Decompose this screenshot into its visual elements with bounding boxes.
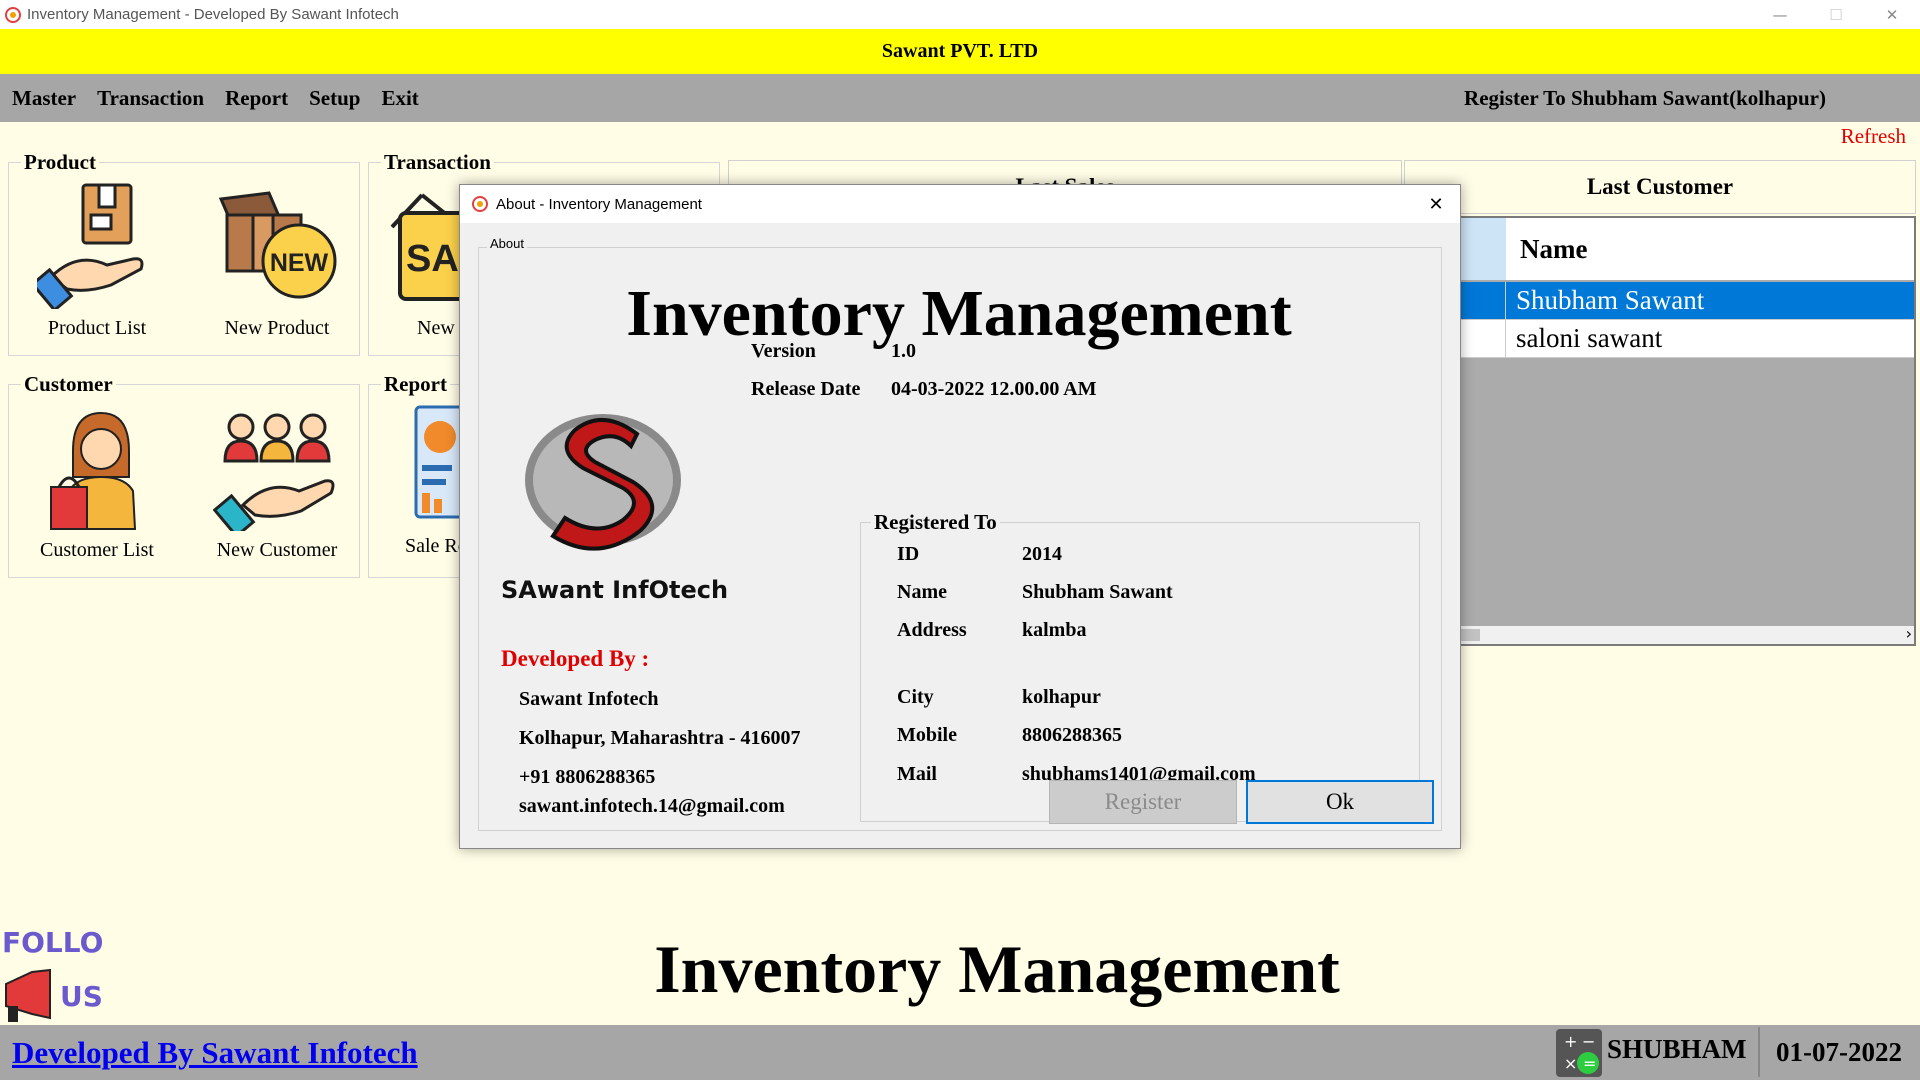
ok-button[interactable]: Ok — [1246, 780, 1434, 824]
reg-mail-label: Mail — [897, 763, 937, 785]
customer-list-label: Customer List — [40, 539, 154, 561]
svg-text:=: = — [1583, 1054, 1596, 1073]
new-customer-label: New Customer — [216, 539, 338, 561]
dialog-title-bar: About - Inventory Management ✕ — [460, 185, 1460, 223]
dialog-title: About - Inventory Management — [496, 195, 702, 213]
status-user: SHUBHAM — [1607, 1034, 1747, 1064]
about-group-label: About — [487, 236, 527, 251]
menu-report[interactable]: Report — [225, 86, 288, 111]
svg-text:×: × — [1564, 1054, 1577, 1073]
dialog-big-title: Inventory Management — [579, 276, 1339, 352]
customer-group-label: Customer — [21, 372, 116, 397]
product-list-tile[interactable]: Product List — [17, 181, 177, 340]
product-list-icon — [37, 183, 144, 309]
reg-name-label: Name — [897, 581, 947, 603]
developer-phone: +91 8806288365 — [519, 766, 656, 788]
reg-mobile-label: Mobile — [897, 724, 957, 746]
svg-text:+: + — [1564, 1032, 1577, 1051]
sawant-infotech-logo — [525, 414, 681, 551]
grid-header-row: ID Name — [1406, 218, 1914, 280]
dialog-app-icon — [472, 196, 488, 212]
release-date-label: Release Date — [751, 378, 861, 400]
logo-wordmark: SAwant InfOtech — [501, 576, 728, 604]
follow-text: FOLLOW — [2, 926, 102, 959]
company-banner: Sawant PVT. LTD — [0, 29, 1920, 74]
new-customer-icon — [213, 413, 335, 531]
menu-transaction[interactable]: Transaction — [97, 86, 204, 111]
horizontal-scrollbar[interactable]: › — [1406, 624, 1914, 644]
follow-us-badge[interactable]: FOLLOW US — [2, 922, 102, 1024]
new-product-tile[interactable]: NEW New Product — [197, 181, 357, 340]
customer-group: Customer Customer List New Customer — [8, 372, 360, 578]
reg-id-label: ID — [897, 543, 920, 565]
scroll-right-icon[interactable]: › — [1906, 624, 1912, 643]
release-date-value: 04-03-2022 12.00.00 AM — [891, 378, 1097, 400]
reg-name-value: Shubham Sawant — [1022, 581, 1173, 603]
menu-bar: Master Transaction Report Setup Exit Reg… — [0, 74, 1920, 122]
cell-name: Shubham Sawant — [1506, 282, 1914, 320]
reg-mobile-value: 8806288365 — [1022, 724, 1122, 746]
close-button[interactable]: ✕ — [1864, 0, 1920, 29]
calculator-icon[interactable]: + − × = — [1556, 1029, 1602, 1077]
last-customer-header: Last Customer — [1404, 160, 1916, 214]
reg-address-value: kalmba — [1022, 619, 1087, 641]
reg-id-value: 2014 — [1022, 543, 1062, 565]
last-customer-grid[interactable]: ID Name 2 Shubham Sawant 1 saloni sawant… — [1404, 216, 1916, 646]
svg-text:−: − — [1582, 1032, 1595, 1051]
register-button[interactable]: Register — [1049, 780, 1237, 824]
developer-email: sawant.infotech.14@gmail.com — [519, 795, 785, 817]
app-icon — [5, 6, 21, 23]
new-product-label: New Product — [224, 317, 330, 339]
report-group-label: Report — [381, 372, 450, 397]
status-date: 01-07-2022 — [1758, 1027, 1918, 1077]
product-group-label: Product — [21, 150, 99, 175]
reg-address-label: Address — [897, 619, 967, 641]
refresh-link[interactable]: Refresh — [1841, 124, 1906, 149]
transaction-group-label: Transaction — [381, 150, 494, 175]
cell-name: saloni sawant — [1506, 320, 1914, 358]
minimize-button[interactable]: — — [1752, 0, 1808, 29]
logo-text: SAwant InfOtech — [501, 576, 728, 604]
version-label: Version — [751, 340, 816, 362]
customer-list-tile[interactable]: Customer List — [17, 407, 177, 562]
about-dialog: About - Inventory Management ✕ About Inv… — [459, 184, 1461, 849]
reg-city-label: City — [897, 686, 934, 708]
product-group: Product Product List NEW New Product — [8, 150, 360, 356]
window-title: Inventory Management - Developed By Sawa… — [27, 6, 399, 23]
us-text: US — [60, 980, 102, 1013]
reg-city-value: kolhapur — [1022, 686, 1101, 708]
new-badge-text: NEW — [270, 249, 329, 277]
menu-setup[interactable]: Setup — [309, 86, 360, 111]
menu-master[interactable]: Master — [12, 86, 76, 111]
maximize-button[interactable]: ☐ — [1808, 0, 1864, 29]
register-to-label: Register To Shubham Sawant(kolhapur) — [1464, 85, 1826, 110]
dialog-close-button[interactable]: ✕ — [1422, 190, 1450, 218]
developed-by-label: Developed By : — [501, 646, 650, 671]
status-bar: Developed By Sawant Infotech + − × = SHU… — [0, 1025, 1920, 1080]
menu-exit[interactable]: Exit — [381, 86, 418, 111]
customer-list-icon — [50, 411, 137, 530]
window-title-bar: Inventory Management - Developed By Sawa… — [0, 0, 1920, 29]
product-list-label: Product List — [47, 317, 147, 339]
grid-column-name[interactable]: Name — [1506, 218, 1914, 280]
about-group: About Inventory Management SAwant InfOte… — [478, 236, 1442, 831]
table-row[interactable]: 1 saloni sawant — [1406, 320, 1914, 358]
registered-to-label: Registered To — [871, 510, 1000, 535]
registered-to-group: Registered To ID 2014 Name Shubham Sawan… — [860, 510, 1420, 822]
last-customer-title: Last Customer — [1586, 174, 1734, 199]
version-value: 1.0 — [891, 340, 916, 362]
developer-address: Kolhapur, Maharashtra - 416007 — [519, 727, 801, 749]
new-customer-tile[interactable]: New Customer — [197, 407, 357, 562]
developed-by-link[interactable]: Developed By Sawant Infotech — [12, 1035, 418, 1071]
developer-company: Sawant Infotech — [519, 688, 659, 710]
footer-title: Inventory Management — [654, 931, 1340, 1007]
table-row[interactable]: 2 Shubham Sawant — [1406, 282, 1914, 320]
company-name: Sawant PVT. LTD — [881, 40, 1039, 62]
new-product-icon: NEW — [218, 191, 337, 299]
